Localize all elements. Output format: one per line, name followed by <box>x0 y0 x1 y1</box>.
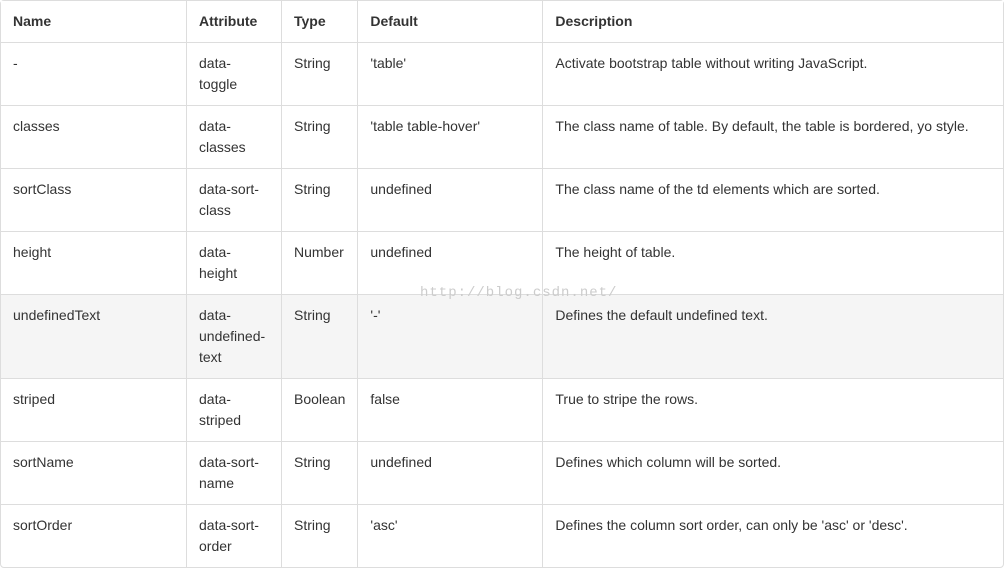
cell-description: The height of table. <box>542 231 1003 294</box>
table-row: sortOrderdata-sort-orderString'asc'Defin… <box>1 504 1003 567</box>
table-header-row: Name Attribute Type Default Description <box>1 1 1003 42</box>
header-type: Type <box>281 1 357 42</box>
cell-name: undefinedText <box>1 294 186 378</box>
table-row: heightdata-heightNumberundefinedThe heig… <box>1 231 1003 294</box>
cell-default: 'table' <box>357 42 542 105</box>
cell-default: '-' <box>357 294 542 378</box>
cell-description: Defines the default undefined text. <box>542 294 1003 378</box>
cell-description: The class name of the td elements which … <box>542 168 1003 231</box>
cell-type: Boolean <box>281 378 357 441</box>
cell-name: height <box>1 231 186 294</box>
cell-description: Defines which column will be sorted. <box>542 441 1003 504</box>
cell-default: false <box>357 378 542 441</box>
cell-attribute: data-toggle <box>186 42 281 105</box>
table-row: stripeddata-stripedBooleanfalseTrue to s… <box>1 378 1003 441</box>
options-table: Name Attribute Type Default Description … <box>0 0 1004 568</box>
cell-description: True to stripe the rows. <box>542 378 1003 441</box>
cell-default: undefined <box>357 441 542 504</box>
cell-attribute: data-undefined-text <box>186 294 281 378</box>
cell-type: String <box>281 42 357 105</box>
cell-attribute: data-classes <box>186 105 281 168</box>
table-row: -data-toggleString'table'Activate bootst… <box>1 42 1003 105</box>
header-description: Description <box>542 1 1003 42</box>
cell-name: - <box>1 42 186 105</box>
cell-type: String <box>281 105 357 168</box>
cell-attribute: data-sort-order <box>186 504 281 567</box>
header-name: Name <box>1 1 186 42</box>
cell-name: sortClass <box>1 168 186 231</box>
cell-type: String <box>281 441 357 504</box>
cell-name: striped <box>1 378 186 441</box>
table-row: sortClassdata-sort-classStringundefinedT… <box>1 168 1003 231</box>
table-row: undefinedTextdata-undefined-textString'-… <box>1 294 1003 378</box>
cell-attribute: data-height <box>186 231 281 294</box>
cell-type: String <box>281 168 357 231</box>
cell-name: classes <box>1 105 186 168</box>
cell-name: sortOrder <box>1 504 186 567</box>
cell-description: Defines the column sort order, can only … <box>542 504 1003 567</box>
cell-description: Activate bootstrap table without writing… <box>542 42 1003 105</box>
cell-default: 'asc' <box>357 504 542 567</box>
cell-default: undefined <box>357 231 542 294</box>
header-attribute: Attribute <box>186 1 281 42</box>
header-default: Default <box>357 1 542 42</box>
table-row: sortNamedata-sort-nameStringundefinedDef… <box>1 441 1003 504</box>
cell-description: The class name of table. By default, the… <box>542 105 1003 168</box>
cell-default: 'table table-hover' <box>357 105 542 168</box>
cell-attribute: data-sort-name <box>186 441 281 504</box>
cell-type: Number <box>281 231 357 294</box>
cell-type: String <box>281 504 357 567</box>
table-row: classesdata-classesString'table table-ho… <box>1 105 1003 168</box>
cell-name: sortName <box>1 441 186 504</box>
cell-default: undefined <box>357 168 542 231</box>
cell-attribute: data-sort-class <box>186 168 281 231</box>
cell-attribute: data-striped <box>186 378 281 441</box>
cell-type: String <box>281 294 357 378</box>
